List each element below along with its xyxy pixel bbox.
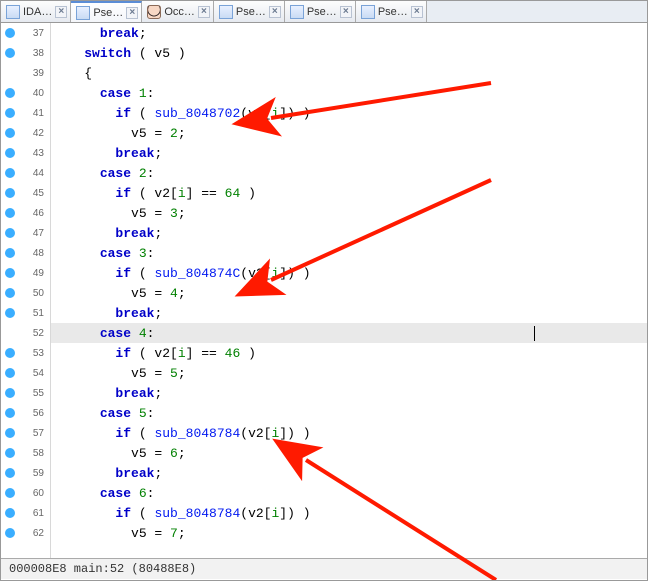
gutter-line[interactable]: 47 (1, 223, 50, 243)
gutter-line[interactable]: 58 (1, 443, 50, 463)
close-icon[interactable]: × (198, 6, 210, 18)
gutter-line[interactable]: 48 (1, 243, 50, 263)
close-icon[interactable]: × (55, 6, 67, 18)
avatar-icon (147, 5, 161, 19)
gutter-line[interactable]: 45 (1, 183, 50, 203)
tab-0[interactable]: IDA…× (1, 1, 71, 22)
tab-label: Pse… (378, 6, 408, 18)
status-text: 000008E8 main:52 (80488E8) (9, 562, 196, 576)
tab-1[interactable]: Pse…× (71, 1, 142, 22)
gutter-line[interactable]: 61 (1, 503, 50, 523)
status-bar: 000008E8 main:52 (80488E8) (1, 558, 647, 579)
close-icon[interactable]: × (269, 6, 281, 18)
gutter-line[interactable]: 42 (1, 123, 50, 143)
tab-bar: IDA…×Pse…×Occ…×Pse…×Pse…×Pse…× (1, 1, 647, 23)
tab-3[interactable]: Pse…× (214, 1, 285, 22)
gutter-line[interactable]: 38 (1, 43, 50, 63)
tab-4[interactable]: Pse…× (285, 1, 356, 22)
code-line[interactable]: break; (51, 463, 647, 483)
gutter-line[interactable]: 52 (1, 323, 50, 343)
tab-label: Pse… (93, 7, 123, 19)
tab-label: Pse… (307, 6, 337, 18)
document-icon (290, 5, 304, 19)
code-line[interactable]: break; (51, 303, 647, 323)
code-line[interactable]: case 3: (51, 243, 647, 263)
code-line[interactable]: { (51, 63, 647, 83)
gutter-line[interactable]: 60 (1, 483, 50, 503)
document-icon (6, 5, 20, 19)
code-line[interactable]: if ( sub_8048702(v2[i]) ) (51, 103, 647, 123)
gutter-line[interactable]: 43 (1, 143, 50, 163)
tab-label: IDA… (23, 6, 52, 18)
code-line[interactable]: v5 = 5; (51, 363, 647, 383)
gutter-line[interactable]: 37 (1, 23, 50, 43)
tab-5[interactable]: Pse…× (356, 1, 427, 22)
gutter-line[interactable]: 46 (1, 203, 50, 223)
code-line[interactable]: break; (51, 143, 647, 163)
code-line[interactable]: if ( sub_8048784(v2[i]) ) (51, 503, 647, 523)
code-line[interactable]: v5 = 4; (51, 283, 647, 303)
gutter-line[interactable]: 44 (1, 163, 50, 183)
code-line[interactable]: case 2: (51, 163, 647, 183)
gutter-line[interactable]: 41 (1, 103, 50, 123)
code-line[interactable]: switch ( v5 ) (51, 43, 647, 63)
code-line[interactable]: if ( sub_8048784(v2[i]) ) (51, 423, 647, 443)
gutter-line[interactable]: 40 (1, 83, 50, 103)
code-line[interactable]: v5 = 2; (51, 123, 647, 143)
close-icon[interactable]: × (340, 6, 352, 18)
gutter-line[interactable]: 50 (1, 283, 50, 303)
text-caret (534, 326, 535, 341)
code-area[interactable]: break; switch ( v5 ) { case 1: if ( sub_… (51, 23, 647, 558)
code-line[interactable]: v5 = 7; (51, 523, 647, 543)
document-icon (76, 6, 90, 20)
gutter-line[interactable]: 54 (1, 363, 50, 383)
gutter-line[interactable]: 55 (1, 383, 50, 403)
gutter-line[interactable]: 39 (1, 63, 50, 83)
gutter-line[interactable]: 62 (1, 523, 50, 543)
code-line[interactable]: case 6: (51, 483, 647, 503)
code-line[interactable]: case 1: (51, 83, 647, 103)
gutter-line[interactable]: 49 (1, 263, 50, 283)
tab-label: Occ… (164, 6, 195, 18)
document-icon (361, 5, 375, 19)
code-line[interactable]: case 5: (51, 403, 647, 423)
tab-2[interactable]: Occ…× (142, 1, 214, 22)
gutter-line[interactable]: 56 (1, 403, 50, 423)
editor-pane: 3738394041424344454647484950515253545556… (1, 23, 647, 558)
code-line[interactable]: if ( sub_804874C(v2[i]) ) (51, 263, 647, 283)
code-line[interactable]: v5 = 3; (51, 203, 647, 223)
code-line[interactable]: v5 = 6; (51, 443, 647, 463)
gutter-line[interactable]: 51 (1, 303, 50, 323)
gutter-line[interactable]: 53 (1, 343, 50, 363)
code-line[interactable]: if ( v2[i] == 46 ) (51, 343, 647, 363)
code-line[interactable]: case 4: (51, 323, 647, 343)
close-icon[interactable]: × (411, 6, 423, 18)
code-line[interactable]: if ( v2[i] == 64 ) (51, 183, 647, 203)
code-line[interactable]: break; (51, 223, 647, 243)
gutter-line[interactable]: 59 (1, 463, 50, 483)
line-gutter: 3738394041424344454647484950515253545556… (1, 23, 51, 558)
close-icon[interactable]: × (126, 7, 138, 19)
gutter-line[interactable]: 57 (1, 423, 50, 443)
code-line[interactable]: break; (51, 383, 647, 403)
document-icon (219, 5, 233, 19)
code-line[interactable]: break; (51, 23, 647, 43)
tab-label: Pse… (236, 6, 266, 18)
